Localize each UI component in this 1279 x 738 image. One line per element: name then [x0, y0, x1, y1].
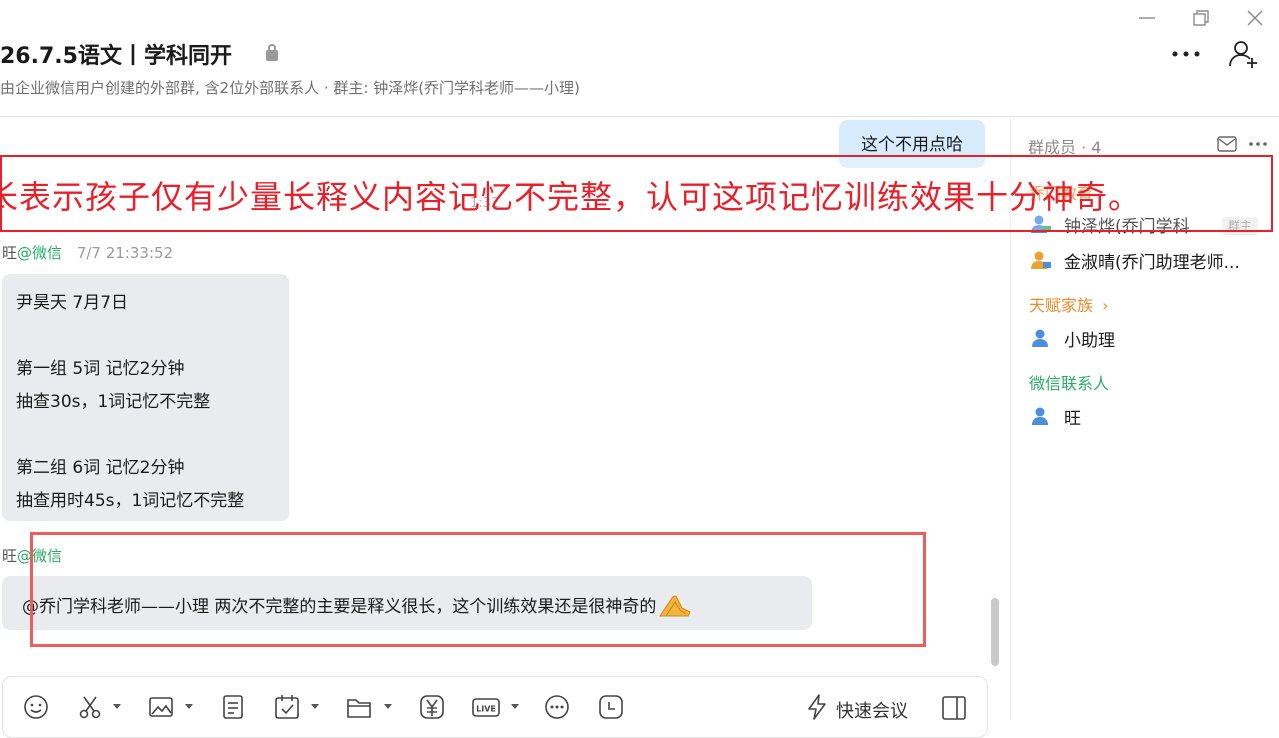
- quick-meeting-label: 快速会议: [836, 701, 908, 722]
- sender-name[interactable]: 旺: [2, 547, 17, 565]
- chevron-down-icon[interactable]: [511, 704, 519, 709]
- more-options-icon[interactable]: [1170, 44, 1202, 64]
- sender-source: @微信: [17, 244, 63, 262]
- header-divider: [0, 116, 1279, 117]
- chevron-down-icon[interactable]: [185, 704, 193, 709]
- user-icon: [1032, 329, 1048, 347]
- yuan-icon[interactable]: [418, 693, 446, 721]
- message-line: 抽查用时45s，1词记忆不完整: [16, 491, 245, 511]
- member-name: 旺: [1064, 409, 1081, 429]
- member-name: 小助理: [1064, 331, 1115, 351]
- user-icon: [1032, 407, 1048, 425]
- lock-icon: [266, 44, 278, 61]
- chevron-right-icon: ›: [1102, 296, 1109, 315]
- chat-title: 26.7.5语文丨学科同开: [0, 44, 232, 69]
- sender-name[interactable]: 旺: [2, 244, 17, 262]
- restore-icon[interactable]: [1191, 8, 1211, 28]
- sender-line: 旺@微信 7/7 21:33:52: [2, 242, 173, 263]
- member-group-title[interactable]: 微信联系人: [1029, 370, 1109, 394]
- highlight-box: [30, 532, 926, 647]
- message-line: 抽查30s，1词记忆不完整: [16, 392, 211, 412]
- incoming-message[interactable]: 尹昊天 7月7日 第一组 5词 记忆2分钟 抽查30s，1词记忆不完整 第二组 …: [2, 274, 289, 521]
- folder-icon[interactable]: [345, 693, 373, 721]
- message-line: 第一组 5词 记忆2分钟: [16, 359, 185, 379]
- add-member-icon[interactable]: [1227, 38, 1261, 70]
- message-timestamp: 7/7 21:33:52: [76, 244, 174, 262]
- quick-meeting-button[interactable]: 快速会议: [804, 693, 924, 722]
- message-line: 第二组 6词 记忆2分钟: [16, 458, 185, 478]
- chevron-down-icon[interactable]: [113, 704, 121, 709]
- smile-icon[interactable]: [22, 693, 50, 721]
- document-icon[interactable]: [219, 693, 247, 721]
- chat-subtitle: 由企业微信用户创建的外部群, 含2位外部联系人 · 群主: 钟泽烨(乔门学科老师…: [0, 79, 580, 97]
- lightning-icon: [808, 694, 826, 720]
- scissors-icon[interactable]: [76, 693, 104, 721]
- chevron-down-icon[interactable]: [384, 704, 392, 709]
- more-circle-icon[interactable]: [543, 693, 571, 721]
- minimize-icon[interactable]: [1137, 8, 1157, 28]
- side-panel-icon[interactable]: [941, 695, 967, 721]
- group-title-label: 天赋家族: [1029, 296, 1094, 315]
- image-icon[interactable]: [147, 693, 175, 721]
- live-icon[interactable]: LIVE: [472, 693, 500, 721]
- mail-icon[interactable]: [1217, 136, 1237, 152]
- calendar-check-icon[interactable]: [273, 693, 301, 721]
- user-icon: [1031, 251, 1051, 269]
- annotation-text: 长表示孩子仅有少量长释义内容记忆不完整，认可这项记忆训练效果十分神奇。: [0, 178, 1142, 216]
- close-icon[interactable]: [1245, 8, 1265, 28]
- member-group-title[interactable]: 天赋家族 ›: [1029, 292, 1109, 316]
- chat-scrollbar[interactable]: [991, 598, 999, 666]
- svg-text:LIVE: LIVE: [476, 705, 496, 714]
- members-more-icon[interactable]: [1248, 141, 1268, 147]
- member-name: 金淑晴(乔门助理老师...: [1064, 253, 1240, 273]
- message-line: 尹昊天 7月7日: [16, 293, 129, 313]
- chevron-down-icon[interactable]: [311, 704, 319, 709]
- clock-icon[interactable]: [597, 693, 625, 721]
